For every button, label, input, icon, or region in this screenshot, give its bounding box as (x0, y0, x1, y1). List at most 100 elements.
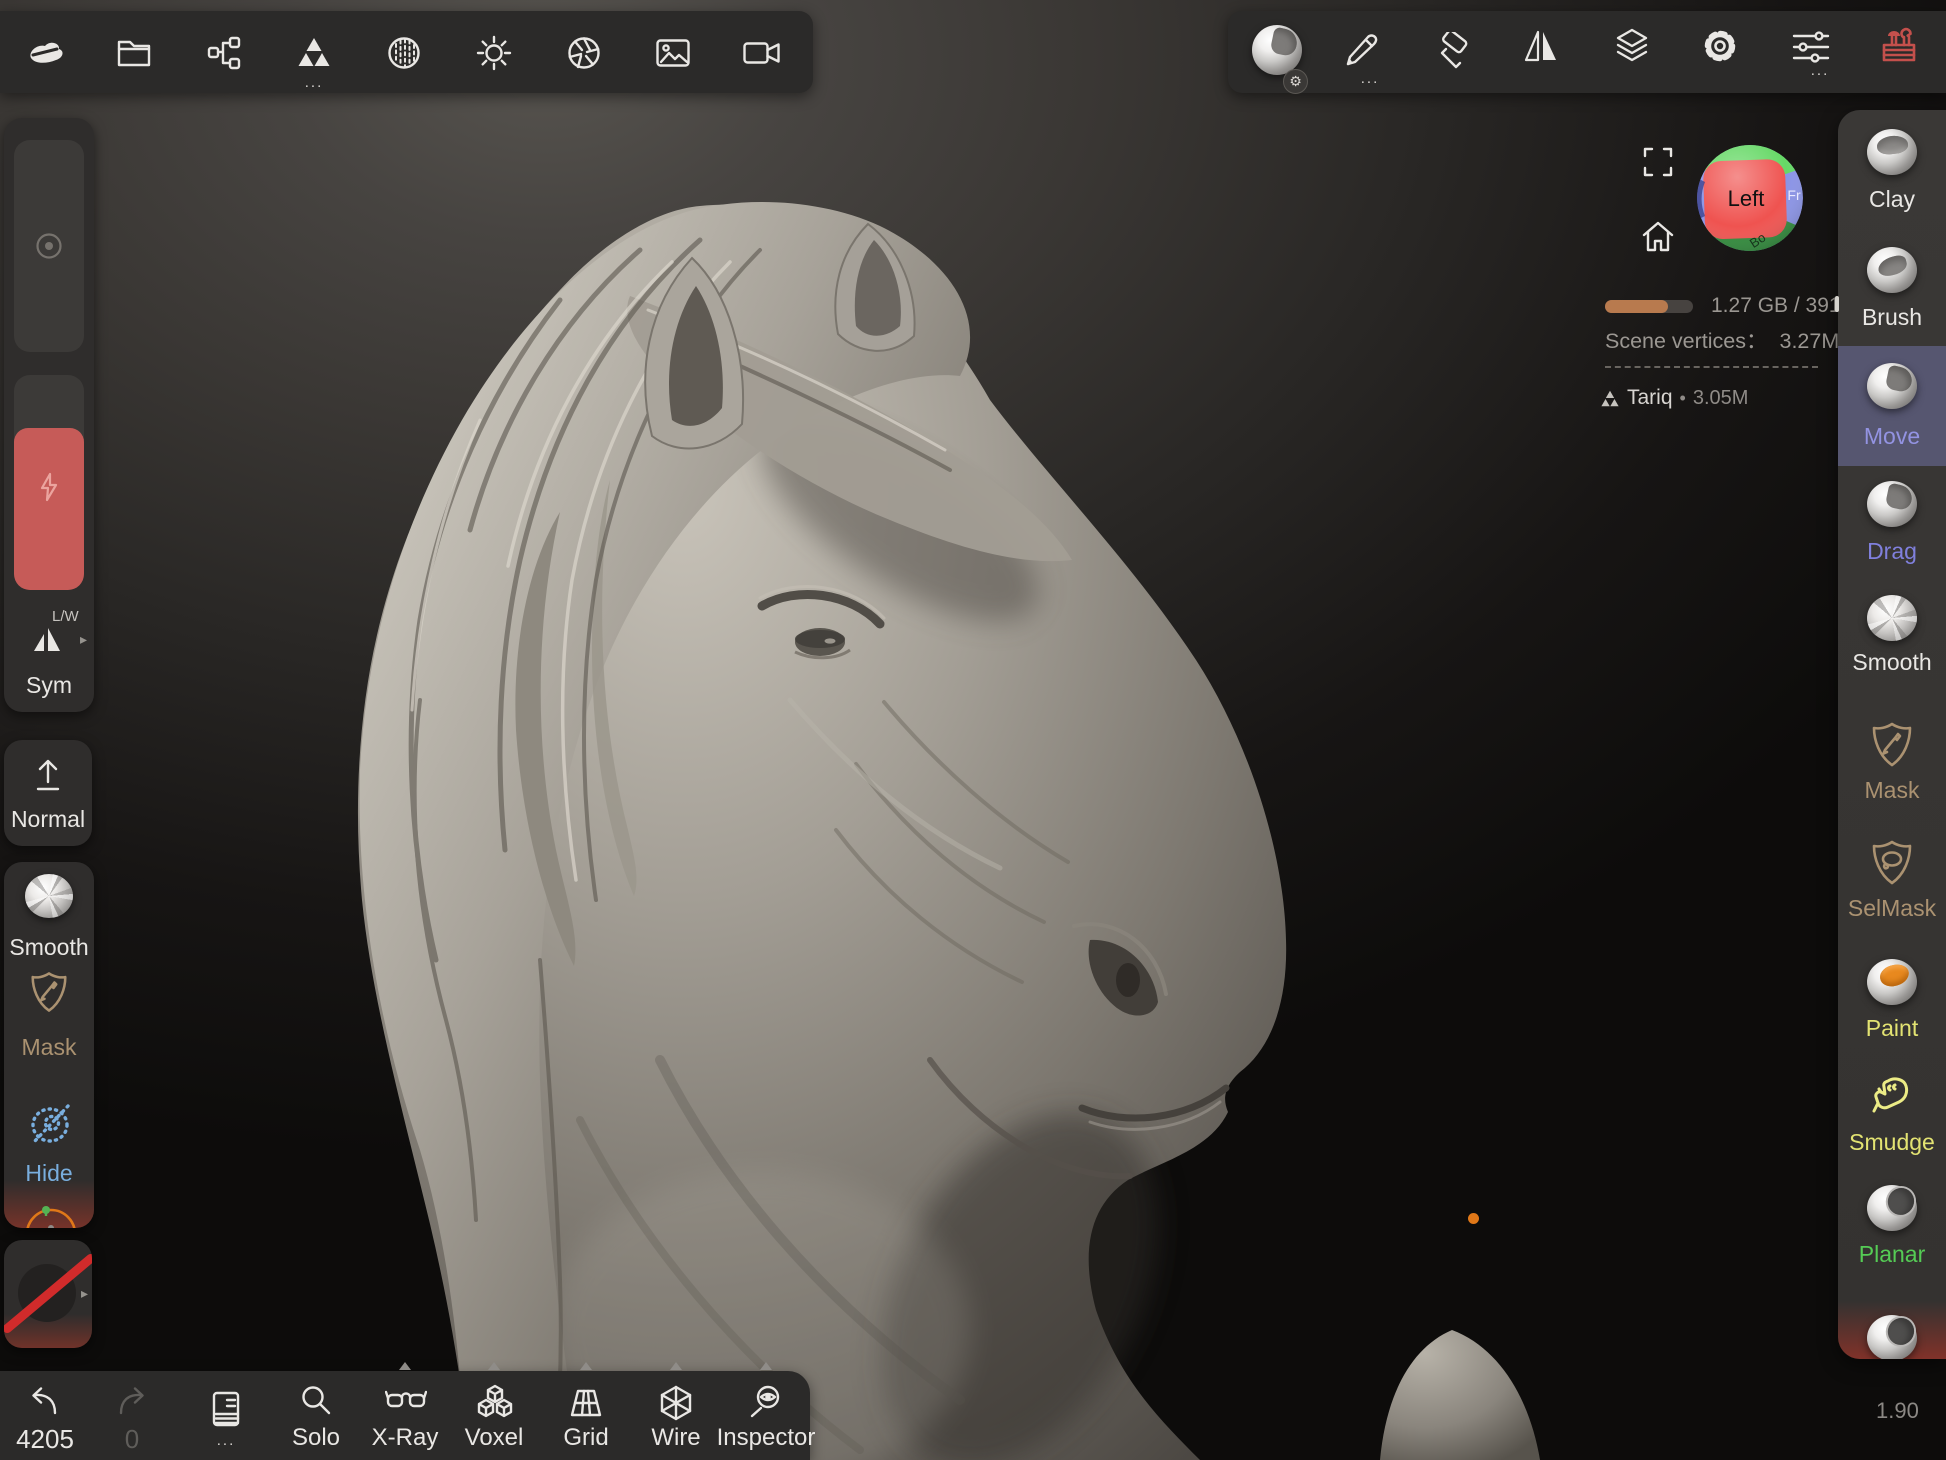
voxel-button-icon[interactable] (475, 1383, 515, 1423)
quick-mask-label[interactable]: Mask (4, 1034, 94, 1061)
brush-book-more-indicator[interactable]: ... (206, 1436, 246, 1446)
right-tool-sidebar: Clay Brush Move Drag Smooth Mask SelMask… (1838, 110, 1946, 1359)
memory-usage-bar (1605, 300, 1693, 313)
undo-icon[interactable] (27, 1385, 63, 1417)
sym-mode-superscript: L/W (52, 608, 79, 625)
matcap-sphere-icon[interactable] (386, 35, 422, 71)
object-topology-icon (1600, 389, 1620, 408)
tool-planar-label[interactable]: Planar (1838, 1241, 1946, 1268)
settings-gear-icon[interactable] (1701, 27, 1739, 65)
nav-ball-side-label: Fr (1787, 187, 1801, 203)
tool-smudge-icon[interactable] (1868, 1073, 1914, 1119)
topology-icon[interactable] (296, 35, 332, 69)
solo-button-icon[interactable] (297, 1383, 335, 1421)
pencil-more-indicator[interactable]: ... (1352, 74, 1388, 84)
node-graph-icon[interactable] (206, 35, 242, 71)
xray-caret-icon (399, 1362, 411, 1370)
quick-smooth-label[interactable]: Smooth (4, 934, 94, 961)
scene-vertices-row: Scene vertices： 3.27M (1605, 324, 1845, 355)
voxel-caret-icon (488, 1362, 500, 1370)
tool-clay-icon[interactable] (1867, 129, 1917, 175)
wire-caret-icon (670, 1362, 682, 1370)
quick-mask-icon[interactable] (30, 970, 68, 1014)
brush-book-icon[interactable] (210, 1390, 242, 1428)
toolbox-icon[interactable] (1879, 25, 1919, 65)
intensity-lightning-icon (37, 472, 61, 502)
normal-label: Normal (4, 806, 92, 833)
tool-paint-icon[interactable] (1867, 959, 1917, 1005)
paint-roller-icon[interactable] (1433, 32, 1473, 72)
tool-next-partial-icon[interactable] (1867, 1315, 1917, 1359)
radius-slider-icon (34, 231, 64, 261)
scene-object-row[interactable]: Tariq • 3.05M (1600, 386, 1748, 410)
divider-dashed (1605, 366, 1818, 368)
sym-label[interactable]: Sym (4, 672, 94, 699)
normal-arrow-icon (31, 756, 65, 794)
tool-clay-label[interactable]: Clay (1838, 186, 1946, 213)
memory-usage-fill (1605, 300, 1668, 313)
pencil-stroke-icon[interactable] (1342, 31, 1380, 69)
tool-selmask-label[interactable]: SelMask (1838, 895, 1946, 922)
tool-smooth-label[interactable]: Smooth (1838, 649, 1946, 676)
inspector-caret-icon (760, 1362, 772, 1370)
tool-paint-label[interactable]: Paint (1838, 1015, 1946, 1042)
tool-smudge-label[interactable]: Smudge (1838, 1129, 1946, 1156)
tool-brush-label[interactable]: Brush (1838, 304, 1946, 331)
redo-icon[interactable] (113, 1385, 149, 1417)
inspector-button-label[interactable]: Inspector (711, 1424, 821, 1452)
wire-button-icon[interactable] (657, 1384, 695, 1422)
tool-move-icon[interactable] (1867, 363, 1917, 409)
object-bullet: • (1680, 388, 1686, 409)
app-logo-icon[interactable] (26, 36, 66, 70)
intensity-slider-fill (14, 428, 84, 590)
stylus-pointer-dot (1468, 1213, 1479, 1224)
sliders-icon[interactable] (1792, 29, 1830, 65)
tool-drag-label[interactable]: Drag (1838, 538, 1946, 565)
scene-vertices-label: Scene vertices： (1605, 329, 1768, 353)
sliders-more-indicator[interactable]: ... (1802, 66, 1838, 76)
hide-label[interactable]: Hide (4, 1160, 94, 1187)
tool-mask-label[interactable]: Mask (1838, 777, 1946, 804)
undo-count: 4205 (5, 1424, 85, 1455)
redo-count: 0 (92, 1424, 172, 1455)
inspector-button-icon[interactable] (747, 1383, 785, 1421)
scene-vertices-value: 3.27M (1780, 329, 1840, 353)
zoom-level-readout: 1.90 (1876, 1398, 1940, 1424)
camera-video-icon[interactable] (742, 39, 782, 67)
material-settings-gear-badge[interactable]: ⚙ (1283, 69, 1308, 94)
fullscreen-toggle-icon[interactable] (1641, 145, 1675, 179)
top-right-toolbar (1228, 11, 1946, 93)
left-alpha-panel[interactable]: ▸ (4, 1240, 92, 1348)
sym-expand-chevron[interactable]: ▸ (80, 632, 87, 646)
orientation-nav-ball[interactable]: Left Fr Bo (1695, 143, 1805, 258)
topology-more-indicator[interactable]: ... (296, 78, 332, 88)
hide-dotted-eye-icon[interactable] (24, 1100, 76, 1150)
alpha-expand-chevron[interactable]: ▸ (81, 1286, 88, 1300)
home-view-icon[interactable] (1640, 219, 1676, 255)
tool-mask-icon[interactable] (1871, 721, 1913, 768)
object-vertex-count: 3.05M (1693, 387, 1749, 410)
xray-button-icon[interactable] (385, 1387, 427, 1417)
memory-usage-text: 1.27 GB / 391 M (1711, 294, 1838, 320)
nav-ball-front-label: Left (1728, 186, 1765, 211)
tool-planar-icon[interactable] (1867, 1185, 1917, 1231)
gizmo-peek-icon[interactable] (20, 1206, 84, 1228)
grid-button-icon[interactable] (567, 1387, 605, 1419)
tool-brush-icon[interactable] (1867, 247, 1917, 293)
sym-mirror-icon[interactable] (31, 626, 63, 654)
background-image-icon[interactable] (655, 38, 691, 68)
postprocess-aperture-icon[interactable] (566, 35, 602, 71)
quick-smooth-icon[interactable] (25, 874, 73, 918)
layers-icon[interactable] (1613, 27, 1651, 65)
material-sphere-icon[interactable] (1252, 25, 1302, 75)
grid-caret-icon (580, 1362, 592, 1370)
files-folder-icon[interactable] (116, 36, 152, 70)
mirror-symmetry-icon[interactable] (1522, 28, 1560, 64)
tool-move-label[interactable]: Move (1838, 423, 1946, 450)
tool-selmask-icon[interactable] (1871, 839, 1913, 886)
tool-drag-icon[interactable] (1867, 481, 1917, 527)
sidebar-scroll-indicator[interactable] (1835, 296, 1839, 312)
lighting-sun-icon[interactable] (476, 35, 512, 71)
tool-smooth-icon[interactable] (1867, 595, 1917, 641)
object-name: Tariq (1627, 386, 1673, 410)
